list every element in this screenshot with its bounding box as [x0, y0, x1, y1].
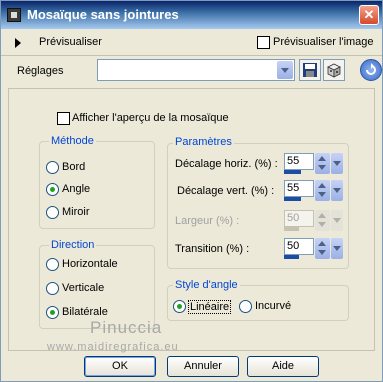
direction-label-horizontale: Horizontale	[62, 258, 118, 270]
parameters-title: Paramètres	[173, 136, 234, 148]
spin-updown-icon	[315, 210, 330, 231]
direction-title: Direction	[49, 239, 97, 251]
reset-preset-button[interactable]	[360, 59, 382, 81]
direction-radio-horizontale[interactable]	[46, 258, 59, 271]
dice-icon	[327, 63, 341, 78]
param-vertical-offset-label: Décalage vert. (%) :	[177, 185, 275, 197]
corner-style-radio-lineaire[interactable]	[173, 300, 186, 313]
direction-radio-bilaterale[interactable]	[46, 306, 59, 319]
method-label-miroir: Miroir	[62, 206, 90, 218]
random-preset-button[interactable]	[323, 59, 345, 81]
param-width-input: 50	[284, 210, 314, 227]
chevron-down-icon[interactable]	[331, 238, 343, 259]
direction-radio-verticale[interactable]	[46, 282, 59, 295]
presets-dropdown[interactable]	[97, 59, 295, 81]
param-width-bar	[284, 227, 299, 231]
close-button[interactable]: ✕	[359, 5, 379, 25]
show-tiling-preview-checkbox[interactable]	[57, 112, 70, 125]
direction-label-bilaterale: Bilatérale	[62, 306, 108, 318]
save-preset-button[interactable]	[299, 59, 321, 81]
method-label-angle: Angle	[62, 183, 91, 195]
method-radio-miroir[interactable]	[46, 206, 59, 219]
direction-label-verticale: Verticale	[62, 282, 105, 294]
expand-triangle-icon[interactable]	[15, 38, 21, 48]
spin-updown-icon[interactable]	[315, 153, 330, 174]
param-vertical-offset-input[interactable]: 55	[284, 180, 314, 197]
chevron-down-icon[interactable]	[331, 153, 343, 174]
param-transition-input[interactable]: 50	[284, 238, 314, 255]
watermark-site: www.maidiregrafica.eu	[47, 341, 179, 353]
corner-style-label-incurve: Incurvé	[255, 300, 292, 312]
param-vertical-offset-bar[interactable]	[284, 197, 301, 201]
show-tiling-preview-label: Afficher l'aperçu de la mosaïque	[72, 112, 229, 124]
help-button[interactable]: Aide	[247, 356, 319, 377]
preview-label[interactable]: Prévisualiser	[39, 36, 102, 48]
save-icon	[303, 63, 317, 77]
param-horizontal-offset-bar[interactable]	[284, 170, 301, 174]
corner-style-radio-incurve[interactable]	[239, 300, 252, 313]
param-transition-label: Transition (%) :	[175, 243, 250, 255]
ok-button[interactable]: OK	[84, 356, 156, 377]
param-transition-bar[interactable]	[284, 255, 299, 259]
presets-label: Réglages	[17, 65, 64, 77]
method-label-bord: Bord	[62, 161, 86, 173]
method-radio-bord[interactable]	[46, 161, 59, 174]
chevron-down-icon	[331, 210, 343, 231]
chevron-down-icon[interactable]	[331, 180, 343, 201]
title-bar[interactable]: Mosaïque sans jointures ✕	[1, 1, 382, 29]
corner-style-label-lineaire: Linéaire	[188, 300, 232, 314]
preview-image-checkbox[interactable]	[257, 36, 270, 49]
chevron-down-icon[interactable]	[277, 61, 293, 79]
param-width-label: Largeur (%) :	[175, 215, 240, 227]
cancel-button[interactable]: Annuler	[167, 356, 239, 377]
spin-updown-icon[interactable]	[315, 180, 330, 201]
method-radio-angle[interactable]	[46, 183, 59, 196]
param-horizontal-offset-input[interactable]: 55	[284, 153, 314, 170]
spin-updown-icon[interactable]	[315, 238, 330, 259]
dialog-window: Mosaïque sans jointures ✕ Prévisualiser …	[0, 0, 383, 382]
param-horizontal-offset-label: Décalage horiz. (%) :	[175, 158, 278, 170]
app-icon	[7, 8, 21, 22]
method-title: Méthode	[49, 135, 96, 147]
window-title: Mosaïque sans jointures	[27, 7, 179, 22]
corner-style-title: Style d'angle	[173, 279, 240, 291]
watermark-name: Pinuccia	[90, 318, 163, 337]
preview-image-label: Prévisualiser l'image	[273, 36, 374, 48]
reset-icon	[366, 63, 376, 75]
